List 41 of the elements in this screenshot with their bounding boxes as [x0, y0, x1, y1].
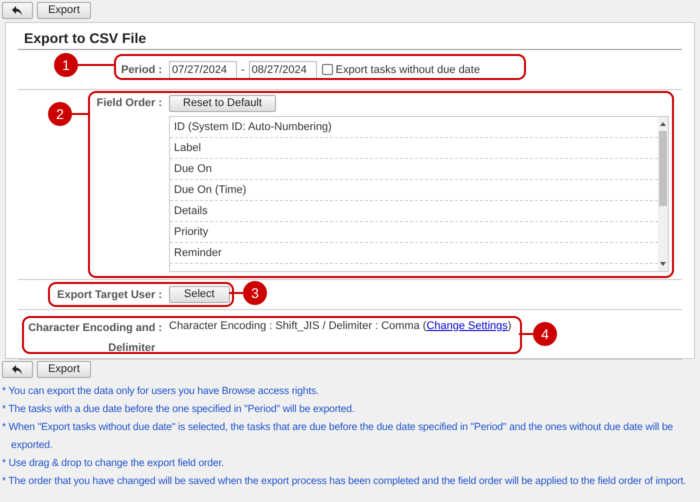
callout-number: 4: [533, 322, 557, 346]
export-button[interactable]: Export: [37, 361, 91, 378]
reset-button[interactable]: Reset to Default: [169, 95, 276, 112]
back-button[interactable]: [2, 2, 33, 19]
select-button[interactable]: Select: [169, 286, 230, 303]
export-button[interactable]: Export: [37, 2, 91, 19]
checkbox[interactable]: [322, 64, 333, 75]
label-colon: :: [158, 64, 162, 76]
field-label: Export Target User: [57, 288, 156, 300]
encoding-setting: Character Encoding : Shift_JIS / Delimiter : Comma (Change Settings): [169, 320, 512, 332]
note-text: * You can export the data only for users you have Browse access rights.: [2, 385, 320, 399]
date-separator: -: [241, 64, 245, 76]
scrollbar[interactable]: [658, 117, 668, 271]
list-item[interactable]: ID (System ID: Auto-Numbering): [170, 117, 658, 138]
label-colon: :: [158, 97, 162, 109]
back-arrow-icon: [12, 6, 23, 16]
note-text: * The tasks with a due date before the one specified in "Period" will be exported.: [2, 403, 356, 417]
date-field[interactable]: 07/27/2024: [169, 60, 237, 78]
list-item[interactable]: Details: [170, 201, 658, 222]
list-item[interactable]: Due On (Time): [170, 180, 658, 201]
checkbox-label: Export tasks without due date: [336, 64, 480, 76]
list-item[interactable]: Due On: [170, 159, 658, 180]
date-field[interactable]: 08/27/2024: [248, 60, 317, 78]
field-label: Character Encoding and Delimiter: [28, 321, 156, 356]
change-settings-link[interactable]: Change Settings: [426, 320, 508, 332]
back-arrow-icon: [12, 364, 23, 374]
label-colon: :: [158, 288, 162, 300]
label-colon: :: [158, 321, 162, 336]
list-item[interactable]: Priority: [170, 222, 658, 243]
page-title: Export to CSV File: [18, 23, 682, 50]
note-text: * Use drag & drop to change the export field order.: [2, 457, 225, 471]
list-item[interactable]: Label: [170, 138, 658, 159]
field-label: Field Order: [96, 97, 156, 109]
note-text: * When "Export tasks without due date" is selected, the tasks that are due before the due date specified in "Period" and the ones without due date will be exported.: [2, 421, 674, 453]
field-label: Period: [121, 64, 156, 76]
note-text: * The order that you have changed will be saved when the export process has been completed and the field order will be applied to the field order of import.: [2, 475, 687, 489]
callout-number: 3: [243, 281, 267, 305]
callout-number: 1: [54, 53, 78, 77]
list-item[interactable]: Reminder: [170, 243, 658, 264]
back-button[interactable]: [2, 361, 33, 378]
callout-number: 2: [48, 102, 72, 126]
